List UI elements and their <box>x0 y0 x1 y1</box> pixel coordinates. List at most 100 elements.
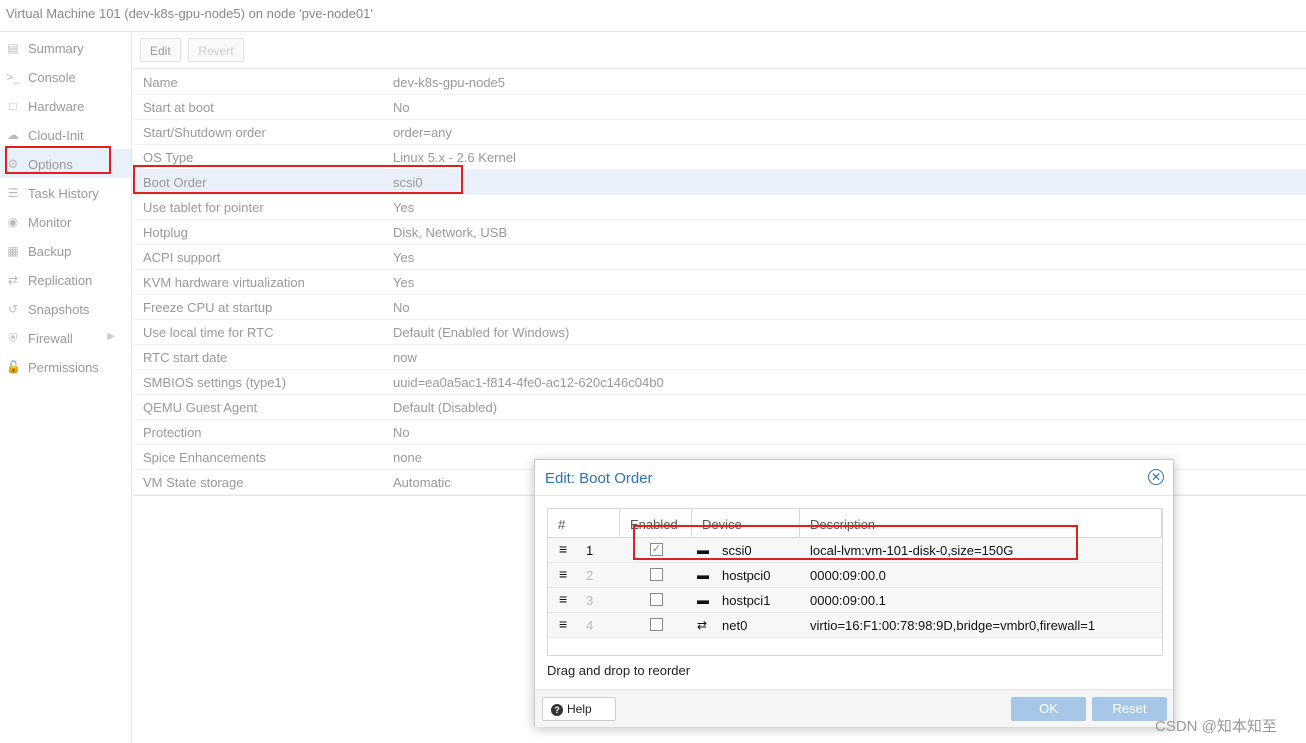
sidebar-item-monitor[interactable]: ◉ Monitor <box>0 207 131 236</box>
watermark: CSDN @知本知至 <box>1155 718 1277 735</box>
option-value: now <box>393 350 417 365</box>
options-row[interactable]: Freeze CPU at startup No <box>133 295 1306 320</box>
option-key: Spice Enhancements <box>143 450 266 465</box>
option-value: none <box>393 450 422 465</box>
sidebar-item-firewall[interactable]: ⛨ Firewall ▶ <box>0 323 131 352</box>
sidebar-item-summary[interactable]: ▤ Summary <box>0 33 131 62</box>
drag-handle-icon[interactable]: ≡ <box>559 616 567 632</box>
option-key: QEMU Guest Agent <box>143 400 258 415</box>
options-row[interactable]: Protection No <box>133 420 1306 445</box>
table-row[interactable]: ≡ 2 ▬ hostpci0 0000:09:00.0 <box>548 563 1162 588</box>
options-row[interactable]: RTC start date now <box>133 345 1306 370</box>
options-grid: Name dev-k8s-gpu-node5 Start at boot No St… <box>133 70 1306 495</box>
sidebar-item-label: Summary <box>28 41 84 56</box>
drag-handle-icon[interactable]: ≡ <box>559 541 567 557</box>
sidebar-item-hardware[interactable]: □ Hardware <box>0 91 131 120</box>
option-key: Use tablet for pointer <box>143 200 264 215</box>
cloud-icon: ☁ <box>7 128 19 142</box>
option-key: Freeze CPU at startup <box>143 300 273 315</box>
revert-button[interactable]: Revert <box>188 38 244 62</box>
sidebar-item-console[interactable]: >_ Console <box>0 62 131 91</box>
option-key: Protection <box>143 425 202 440</box>
row-number: 3 <box>586 593 594 608</box>
option-value: Yes <box>393 200 415 215</box>
enabled-checkbox[interactable] <box>650 568 663 581</box>
list-icon: ☰ <box>7 186 19 200</box>
shield-icon: ⛨ <box>8 331 18 345</box>
device-description: 0000:09:00.1 <box>810 593 886 608</box>
row-number: 2 <box>586 568 594 583</box>
option-value: Default (Enabled for Windows) <box>393 325 570 340</box>
retweet-icon: ⇄ <box>7 273 19 287</box>
options-row[interactable]: KVM hardware virtualization Yes <box>133 270 1306 295</box>
monitor-icon: □ <box>9 99 17 113</box>
options-row[interactable]: Start at boot No <box>133 95 1306 120</box>
sidebar-item-permissions[interactable]: 🔓 Permissions <box>0 352 131 381</box>
option-value: dev-k8s-gpu-node5 <box>393 75 506 90</box>
sidebar-item-label: Monitor <box>28 215 72 230</box>
column-header-num[interactable]: # <box>548 509 620 538</box>
options-row[interactable]: Start/Shutdown order order=any <box>133 120 1306 145</box>
options-row[interactable]: Name dev-k8s-gpu-node5 <box>133 70 1306 95</box>
sidebar-item-snapshots[interactable]: ↺ Snapshots <box>0 294 131 323</box>
exchange-icon: ⇄ <box>697 618 708 632</box>
help-label: Help <box>567 702 592 716</box>
option-value: Default (Disabled) <box>393 400 498 415</box>
sidebar-item-label: Console <box>28 70 76 85</box>
enabled-checkbox[interactable] <box>650 618 663 631</box>
terminal-icon: >_ <box>6 70 20 84</box>
book-icon: ▤ <box>7 41 19 55</box>
sidebar-item-replication[interactable]: ⇄ Replication <box>0 265 131 294</box>
sidebar-item-label: Snapshots <box>28 302 90 317</box>
options-row[interactable]: SMBIOS settings (type1) uuid=ea0a5ac1-f81… <box>133 370 1306 395</box>
sidebar-item-cloud-init[interactable]: ☁ Cloud-Init <box>0 120 131 149</box>
option-key: Use local time for RTC <box>143 325 274 340</box>
dialog-title: Edit: Boot Order <box>535 460 1173 496</box>
options-row[interactable]: ACPI support Yes <box>133 245 1306 270</box>
options-row[interactable]: Use tablet for pointer Yes <box>133 195 1306 220</box>
annotation-box-scsi0 <box>633 525 1078 560</box>
option-value: Automatic <box>393 475 451 490</box>
chevron-right-icon[interactable]: ▶ <box>107 331 115 342</box>
question-icon: ? <box>551 704 563 716</box>
option-key: Name <box>143 75 178 90</box>
row-number: 4 <box>586 618 594 633</box>
drag-handle-icon[interactable]: ≡ <box>559 566 567 582</box>
edit-button[interactable]: Edit <box>140 38 181 62</box>
device-description: 0000:09:00.0 <box>810 568 886 583</box>
option-key: Start at boot <box>143 100 214 115</box>
option-value: Yes <box>393 250 415 265</box>
help-button[interactable]: ? Help <box>542 697 616 721</box>
options-row[interactable]: QEMU Guest Agent Default (Disabled) <box>133 395 1306 420</box>
hdd-icon: ▬ <box>697 568 709 582</box>
option-key: ACPI support <box>143 250 221 265</box>
options-row[interactable]: Hotplug Disk, Network, USB <box>133 220 1306 245</box>
floppy-icon: ▦ <box>7 244 19 258</box>
close-icon[interactable]: ✕ <box>1148 469 1164 485</box>
boot-order-dialog: Edit: Boot Order ✕ # Enabled Device Desc… <box>534 459 1174 727</box>
sidebar-item-task-history[interactable]: ☰ Task History <box>0 178 131 207</box>
table-row[interactable]: ≡ 3 ▬ hostpci1 0000:09:00.1 <box>548 588 1162 613</box>
ok-button[interactable]: OK <box>1011 697 1086 721</box>
option-value: No <box>393 100 410 115</box>
reorder-hint: Drag and drop to reorder <box>547 663 691 678</box>
unlock-icon: 🔓 <box>6 360 21 374</box>
option-value: Linux 5.x - 2.6 Kernel <box>393 150 516 165</box>
option-value: No <box>393 300 410 315</box>
options-row[interactable]: Use local time for RTC Default (Enabled f… <box>133 320 1306 345</box>
drag-handle-icon[interactable]: ≡ <box>559 591 567 607</box>
option-key: RTC start date <box>143 350 228 365</box>
sidebar-item-backup[interactable]: ▦ Backup <box>0 236 131 265</box>
sidebar-item-label: Task History <box>28 186 99 201</box>
enabled-checkbox[interactable] <box>650 593 663 606</box>
row-number: 1 <box>586 543 594 558</box>
sidebar-item-label: Permissions <box>28 360 99 375</box>
table-row[interactable]: ≡ 4 ⇄ net0 virtio=16:F1:00:78:98:9D,brid… <box>548 613 1162 638</box>
toolbar: Edit Revert <box>133 33 1306 69</box>
option-value: No <box>393 425 410 440</box>
option-key: Hotplug <box>143 225 188 240</box>
dialog-footer: ? Help OK Reset <box>535 689 1173 727</box>
sidebar-item-label: Hardware <box>28 99 85 114</box>
sidebar: ▤ Summary >_ Console □ Hardware ☁ Cloud-… <box>0 33 132 743</box>
hdd-icon: ▬ <box>697 593 709 607</box>
